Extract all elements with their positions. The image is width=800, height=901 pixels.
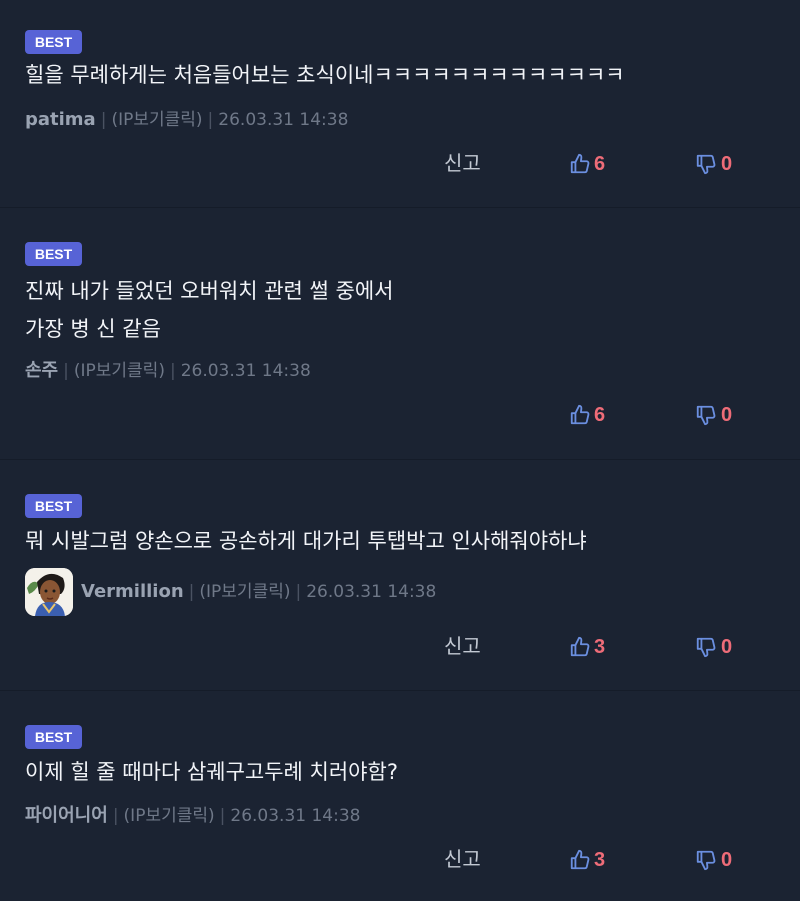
dislike-button[interactable]: 0 xyxy=(695,634,732,660)
like-button[interactable]: 6 xyxy=(569,151,605,177)
comment-item: BEST 뭐 시발그럼 양손으로 공손하게 대가리 투탭박고 인사해줘야하냐 V… xyxy=(0,460,800,691)
thumbs-down-icon xyxy=(696,637,716,658)
dislike-button[interactable]: 0 xyxy=(695,402,732,428)
like-button[interactable]: 3 xyxy=(569,847,605,873)
best-badge: BEST xyxy=(25,242,82,266)
author-name[interactable]: Vermillion xyxy=(81,579,184,605)
author-name[interactable]: 파이어니어 xyxy=(25,803,108,829)
comment-text: 뭐 시발그럼 양손으로 공손하게 대가리 투탭박고 인사해줘야하냐 xyxy=(25,529,587,553)
like-count: 3 xyxy=(594,635,606,658)
like-count: 3 xyxy=(594,848,606,871)
dislike-count: 0 xyxy=(721,848,733,871)
best-badge: BEST xyxy=(25,30,82,54)
author-name[interactable]: 손주 xyxy=(25,358,58,384)
author-name[interactable]: patima xyxy=(25,107,96,133)
separator: | xyxy=(63,361,69,381)
like-count: 6 xyxy=(594,403,606,426)
thumbs-up-icon xyxy=(570,153,590,174)
separator: | xyxy=(169,361,176,381)
timestamp: 26.03.31 14:38 xyxy=(218,110,349,130)
ip-link[interactable]: (IP보기클릭) xyxy=(199,579,290,605)
thumbs-up-icon xyxy=(570,636,590,657)
ip-link[interactable]: (IP보기클릭) xyxy=(111,107,202,133)
like-button[interactable]: 3 xyxy=(569,634,605,660)
separator: | xyxy=(295,582,302,602)
report-button[interactable]: 신고 xyxy=(444,150,481,176)
like-button[interactable]: 6 xyxy=(569,402,605,428)
thumbs-up-icon xyxy=(570,849,590,870)
best-badge: BEST xyxy=(25,494,82,518)
dislike-count: 0 xyxy=(721,403,733,426)
like-count: 6 xyxy=(594,152,606,175)
comment-text: 진짜 내가 들었던 오버워치 관련 썰 중에서 xyxy=(25,279,394,303)
dislike-button[interactable]: 0 xyxy=(695,151,732,177)
comment-text: 가장 병 신 같음 xyxy=(25,317,161,341)
dislike-count: 0 xyxy=(721,635,733,658)
thumbs-up-icon xyxy=(570,404,590,425)
separator: | xyxy=(219,806,226,826)
best-badge: BEST xyxy=(25,725,82,749)
timestamp: 26.03.31 14:38 xyxy=(306,582,437,602)
report-button[interactable]: 신고 xyxy=(444,846,481,872)
ip-link[interactable]: (IP보기클릭) xyxy=(74,358,165,384)
separator: | xyxy=(207,110,214,130)
ip-link[interactable]: (IP보기클릭) xyxy=(124,803,215,829)
comment-meta: Vermillion | (IP보기클릭) | 26.03.31 14:38 xyxy=(25,566,436,618)
separator: | xyxy=(112,806,119,826)
comment-text: 이제 힐 줄 때마다 삼궤구고두례 치러야함? xyxy=(25,760,398,784)
separator: | xyxy=(188,582,195,602)
timestamp: 26.03.31 14:38 xyxy=(180,361,311,381)
comment-meta: patima | (IP보기클릭) | 26.03.31 14:38 xyxy=(25,107,348,133)
comment-meta: 파이어니어 | (IP보기클릭) | 26.03.31 14:38 xyxy=(25,803,360,829)
comment-text: 힐을 무례하게는 처음들어보는 초식이네ㅋㅋㅋㅋㅋㅋㅋㅋㅋㅋㅋㅋㅋ xyxy=(25,63,625,87)
avatar-image xyxy=(25,568,73,616)
thumbs-down-icon xyxy=(696,154,716,175)
dislike-button[interactable]: 0 xyxy=(695,847,732,873)
dislike-count: 0 xyxy=(721,152,733,175)
timestamp: 26.03.31 14:38 xyxy=(230,806,361,826)
comment-item: BEST 진짜 내가 들었던 오버워치 관련 썰 중에서 가장 병 신 같음 손… xyxy=(0,208,800,460)
separator: | xyxy=(100,110,107,130)
comment-item: BEST 이제 힐 줄 때마다 삼궤구고두례 치러야함? 파이어니어 | (IP… xyxy=(0,691,800,901)
comment-meta: 손주 | (IP보기클릭) | 26.03.31 14:38 xyxy=(25,358,311,384)
thumbs-down-icon xyxy=(696,405,716,426)
avatar[interactable] xyxy=(25,568,73,616)
report-button[interactable]: 신고 xyxy=(444,633,481,659)
comment-item: BEST 힐을 무례하게는 처음들어보는 초식이네ㅋㅋㅋㅋㅋㅋㅋㅋㅋㅋㅋㅋㅋ p… xyxy=(0,0,800,208)
thumbs-down-icon xyxy=(696,850,716,871)
